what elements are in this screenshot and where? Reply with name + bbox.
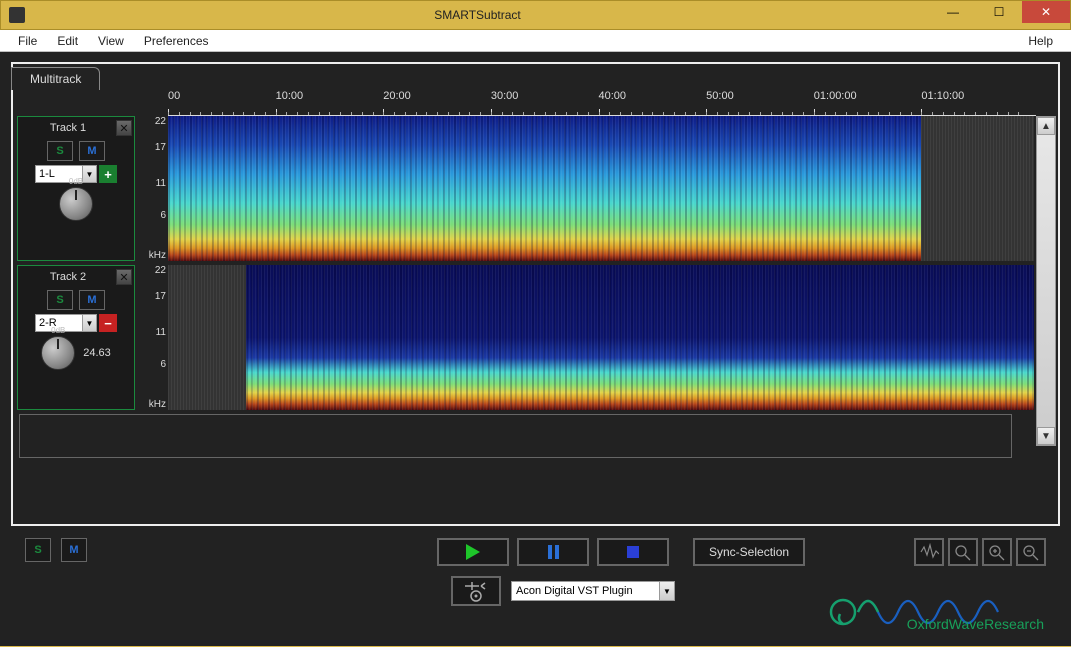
stop-icon [627,546,639,558]
track-1-channel-value: 1-L [39,168,55,180]
time-ruler[interactable]: 00 10:00 20:00 30:00 40:00 50:00 01:00:00 01:10… [168,90,1056,116]
track-panel-1: Track 1 ✕ S M 1-L ▼ [17,116,135,261]
track-2-spectrogram[interactable] [168,265,1034,410]
waveform-icon [919,543,939,561]
ruler-tick: 10:00 [276,90,304,102]
track-2-channel-select[interactable]: 2-R ▼ [35,314,97,332]
ruler-tick: 30:00 [491,90,519,102]
track-1-mute[interactable]: M [79,141,105,161]
zoom-out-button[interactable] [1016,538,1046,566]
app-icon [9,7,25,23]
track-1-close[interactable]: ✕ [116,120,132,136]
zoom-out-icon [1021,543,1041,561]
menu-bar: File Edit View Preferences Help [0,30,1071,52]
track-1-plus[interactable]: + [99,165,117,183]
maximize-button[interactable]: ☐ [976,1,1022,23]
track-1-channel-select[interactable]: 1-L ▼ [35,165,97,183]
main-area: 00 10:00 20:00 30:00 40:00 50:00 01:00:00 01:10… [13,90,1058,524]
track-2-gain-value: 24.63 [83,347,111,359]
global-mute[interactable]: M [61,538,87,562]
track-1-solo[interactable]: S [47,141,73,161]
ruler-tick: 50:00 [706,90,734,102]
track-2-gain-knob[interactable] [41,336,75,370]
tab-multitrack[interactable]: Multitrack [11,67,100,90]
scroll-down-icon[interactable]: ▼ [1037,427,1055,445]
minimize-button[interactable]: — [930,1,976,23]
vertical-scrollbar[interactable]: ▲ ▼ [1036,116,1056,446]
track-panel-2: Track 2 ✕ S M 2-R ▼ [17,265,135,410]
transport-bar: S M Sync-Selection Acon Digital VST Plug… [11,526,1060,638]
title-bar: SMARTSubtract — ☐ ✕ [0,0,1071,30]
ruler-tick: 01:10:00 [921,90,964,102]
track-1-knob-label: 0dB [69,177,83,186]
play-icon [466,544,480,560]
track-2-freq-axis: 22 17 11 6 kHz [135,265,168,410]
menu-file[interactable]: File [8,32,47,50]
global-solo[interactable]: S [25,538,51,562]
waveform-view-button[interactable] [914,538,944,566]
track-row-2: Track 2 ✕ S M 2-R ▼ [15,265,1034,410]
plugin-select[interactable]: Acon Digital VST Plugin ▼ [511,581,675,601]
chevron-down-icon: ▼ [82,315,96,331]
track-1-title: Track 1 [20,122,116,134]
brand-logo: OxfordWaveResearch [828,584,1048,634]
track-1-spectrogram[interactable] [168,116,1034,261]
plugin-select-value: Acon Digital VST Plugin [516,585,633,597]
stop-button[interactable] [597,538,669,566]
chevron-down-icon: ▼ [659,582,674,600]
menu-view[interactable]: View [88,32,134,50]
magnifier-icon [953,543,973,561]
ruler-tick: 01:00:00 [814,90,857,102]
track-1-freq-axis: 22 17 11 6 kHz [135,116,168,261]
track-2-mute[interactable]: M [79,290,105,310]
menu-edit[interactable]: Edit [47,32,88,50]
ruler-tick: 00 [168,90,180,102]
track-2-close[interactable]: ✕ [116,269,132,285]
pause-icon [548,545,559,559]
track-2-title: Track 2 [20,271,116,283]
tab-row: Multitrack [13,64,1058,90]
outer-frame: Multitrack 00 10:00 20:00 30:00 40:00 50:00 01… [11,62,1060,526]
empty-track-slot[interactable] [19,414,1012,458]
zoom-in-icon [987,543,1007,561]
zoom-in-button[interactable] [982,538,1012,566]
plugin-settings-button[interactable] [451,576,501,606]
ruler-tick: 20:00 [383,90,411,102]
menu-help[interactable]: Help [1018,32,1063,50]
track-2-solo[interactable]: S [47,290,73,310]
scroll-up-icon[interactable]: ▲ [1037,117,1055,135]
zoom-selection-button[interactable] [948,538,978,566]
gear-icon [463,580,489,602]
pause-button[interactable] [517,538,589,566]
ruler-tick: 40:00 [599,90,627,102]
track-2-knob-label: 0dB [51,326,65,335]
window-title: SMARTSubtract [25,8,930,22]
track-1-gain-knob[interactable] [59,187,93,221]
workspace: Multitrack 00 10:00 20:00 30:00 40:00 50:00 01… [0,52,1071,646]
brand-text: OxfordWaveResearch [907,616,1044,632]
menu-preferences[interactable]: Preferences [134,32,219,50]
chevron-down-icon: ▼ [82,166,96,182]
track-row-1: Track 1 ✕ S M 1-L ▼ [15,116,1034,261]
track-2-minus[interactable]: − [99,314,117,332]
sync-selection-button[interactable]: Sync-Selection [693,538,805,566]
close-button[interactable]: ✕ [1022,1,1070,23]
play-button[interactable] [437,538,509,566]
